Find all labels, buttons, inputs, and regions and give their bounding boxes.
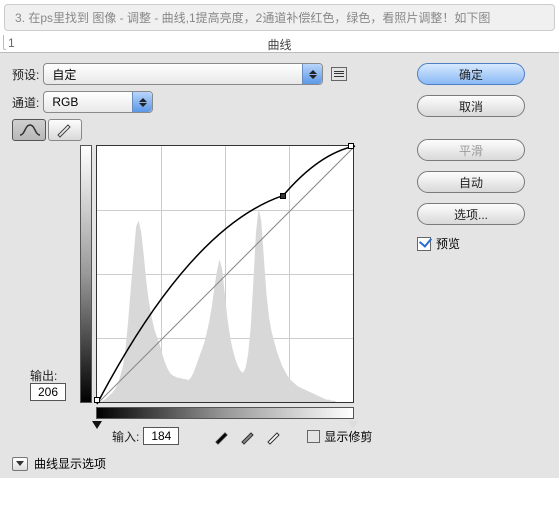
chevron-updown-icon	[132, 92, 152, 112]
channel-row: 通道: RGB	[12, 91, 392, 113]
preset-row: 预设: 自定	[12, 63, 392, 85]
channel-value: RGB	[52, 95, 78, 109]
curve-endpoint-white[interactable]	[348, 143, 354, 149]
ok-button[interactable]: 确定	[417, 63, 525, 85]
curve-endpoint-black[interactable]	[94, 397, 100, 403]
black-point-slider[interactable]	[92, 421, 102, 429]
curve-icon	[18, 123, 40, 137]
show-clipping-label: 显示修剪	[324, 428, 372, 445]
plot-area[interactable]	[96, 145, 354, 403]
preset-menu-icon[interactable]	[331, 67, 347, 81]
curve-tool-button[interactable]	[12, 119, 46, 141]
curve-options-disclosure[interactable]	[12, 457, 28, 471]
pencil-tool-button[interactable]	[48, 119, 82, 141]
options-button[interactable]: 选项...	[417, 203, 525, 225]
instruction-text: 3. 在ps里找到 图像 - 调整 - 曲线,1提高亮度，2通道补偿红色，绿色，…	[4, 4, 555, 31]
vertical-gradient	[80, 145, 92, 403]
eyedropper-black-icon[interactable]	[213, 427, 231, 445]
output-label: 输出:	[30, 367, 57, 384]
eyedropper-gray-icon[interactable]	[239, 427, 257, 445]
horizontal-gradient	[96, 407, 354, 419]
curve-options-label: 曲线显示选项	[34, 455, 106, 472]
curve-control-point[interactable]	[280, 193, 286, 199]
tab-number: 1	[8, 36, 15, 50]
preview-label: 预览	[436, 235, 460, 252]
show-clipping-checkbox[interactable]	[307, 430, 320, 443]
smooth-button[interactable]: 平滑	[417, 139, 525, 161]
input-value[interactable]: 184	[143, 427, 179, 445]
preset-value: 自定	[52, 66, 76, 83]
input-label: 输入:	[112, 428, 139, 445]
cancel-button[interactable]: 取消	[417, 95, 525, 117]
dialog-title: 曲线	[267, 36, 291, 53]
white-point-slider[interactable]	[348, 421, 358, 429]
curves-graph[interactable]: 输出: 206	[12, 145, 382, 423]
curve-line	[97, 146, 355, 404]
preset-select[interactable]: 自定	[43, 63, 323, 85]
auto-button[interactable]: 自动	[417, 171, 525, 193]
channel-select[interactable]: RGB	[43, 91, 153, 113]
channel-label: 通道:	[12, 94, 39, 111]
preset-label: 预设:	[12, 66, 39, 83]
pencil-icon	[56, 123, 74, 137]
output-value[interactable]: 206	[30, 383, 66, 401]
eyedropper-white-icon[interactable]	[265, 427, 283, 445]
chevron-updown-icon	[302, 64, 322, 84]
preview-checkbox[interactable]	[417, 237, 431, 251]
tab-strip: 1 曲线	[0, 35, 559, 53]
